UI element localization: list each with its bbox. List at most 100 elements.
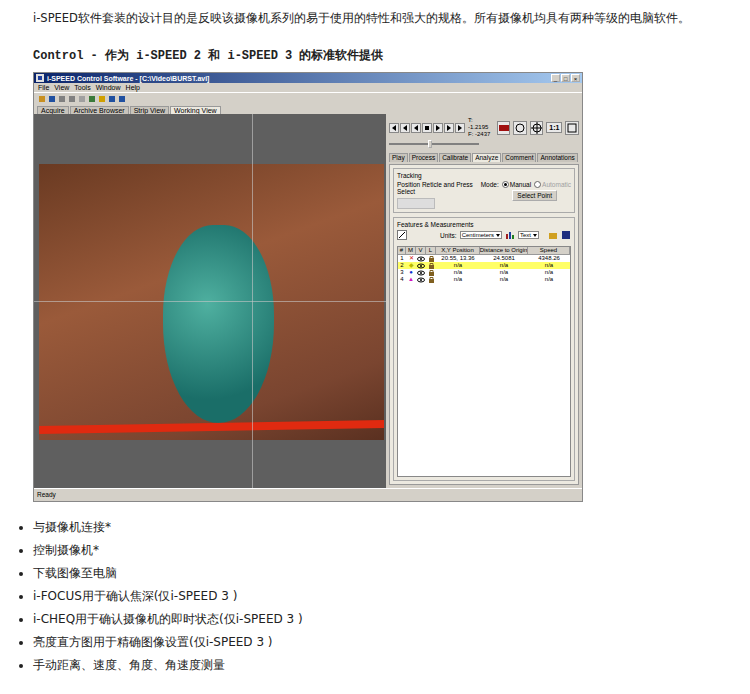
status-bar: Ready (34, 488, 582, 501)
time-readout: T: -1.2195 (468, 117, 494, 131)
feature-item: i-CHEQ用于确认摄像机的即时状态(仅i-SPEED 3 ) (33, 608, 750, 631)
group-title: Features & Measurements (397, 221, 571, 228)
panel-tabs: PlayProcessCalibrateAnalyzeCommentAnnota… (389, 153, 579, 162)
feature-item: i-FOCUS用于确认焦深(仅i-SPEED 3 ) (33, 585, 750, 608)
frame-readout: F: -2437 (468, 131, 494, 138)
feature-item: 手动距离、速度、角度、角速度测量 (33, 654, 750, 677)
mode-radio[interactable]: Manual (502, 181, 531, 188)
tool-icon[interactable] (108, 95, 116, 103)
eye-icon[interactable] (417, 277, 425, 283)
marker-icon: ✕ (406, 255, 416, 262)
panel-tab[interactable]: Comment (502, 153, 536, 162)
tracking-hint: Position Reticle and Press Select (397, 181, 477, 195)
target-icon[interactable] (530, 121, 544, 135)
feature-item: 与摄像机连接* (33, 516, 750, 539)
tracking-group: Tracking Position Reticle and Press Sele… (393, 168, 575, 213)
column-header[interactable]: L (426, 247, 436, 255)
transport-icon[interactable] (455, 123, 465, 133)
tool-icon[interactable] (98, 95, 106, 103)
menu-item[interactable]: View (54, 84, 69, 91)
panel-tab[interactable]: Annotations (537, 153, 577, 162)
panel-tab[interactable]: Analyze (472, 153, 501, 162)
mode-label: Mode: (481, 181, 499, 188)
menu-item[interactable]: Help (126, 84, 140, 91)
title-bar: i-SPEED Control Software - [C:\Video\BUR… (34, 73, 582, 83)
column-header[interactable]: X,Y Position (436, 247, 480, 255)
tool-icon[interactable] (48, 95, 56, 103)
lock-icon[interactable] (428, 255, 435, 262)
lock-icon[interactable] (428, 269, 435, 276)
window-button[interactable]: _ (551, 74, 560, 82)
transport-icon[interactable] (444, 123, 454, 133)
marker-icon: ▲ (406, 276, 416, 283)
mode-radio[interactable]: Automatic (534, 181, 571, 188)
video-frame (39, 164, 384, 440)
column-header[interactable]: M (406, 247, 416, 255)
group-title: Tracking (397, 172, 571, 179)
toolbar (34, 92, 582, 105)
position-slider[interactable] (389, 140, 479, 148)
feature-item: 控制摄像机* (33, 539, 750, 562)
tool-icon[interactable] (88, 95, 96, 103)
page: i-SPEED软件套装的设计目的是反映该摄像机系列的易于使用的特性和强大的规格。… (0, 0, 750, 694)
column-header[interactable]: # (398, 247, 406, 255)
table-row[interactable]: 2 ◆ n/an/an/a (398, 262, 570, 269)
app-icon (36, 74, 44, 82)
feature-list: 与摄像机连接*控制摄像机*下载图像至电脑i-FOCUS用于确认焦深(仅i-SPE… (0, 516, 750, 677)
marker-icon: ◆ (406, 262, 416, 269)
zoom-icon[interactable] (513, 121, 527, 135)
view-tabs: AcquireArchive BrowserStrip ViewWorking … (34, 105, 582, 114)
eye-icon[interactable] (417, 256, 425, 262)
panel-tab[interactable]: Process (409, 153, 438, 162)
view-tab[interactable]: Acquire (37, 106, 69, 114)
lock-icon[interactable] (428, 262, 435, 269)
transport-icon[interactable] (411, 123, 421, 133)
menu-item[interactable]: Window (96, 84, 121, 91)
save-icon[interactable] (561, 230, 571, 240)
transport-icon[interactable] (433, 123, 443, 133)
table-row[interactable]: 4 ▲ n/an/an/a (398, 276, 570, 283)
open-icon[interactable] (548, 230, 558, 240)
intro-text: i-SPEED软件套装的设计目的是反映该摄像机系列的易于使用的特性和强大的规格。… (0, 0, 750, 26)
tool-icon[interactable] (58, 95, 66, 103)
tool-icon[interactable] (68, 95, 76, 103)
tool-icon[interactable] (78, 95, 86, 103)
section-heading: Control - 作为 i-SPEED 2 和 i-SPEED 3 的标准软件… (0, 26, 750, 64)
menu-item[interactable]: File (38, 84, 49, 91)
reticle-horizontal (34, 301, 386, 302)
transport-icon[interactable] (422, 123, 432, 133)
measurement-table: #MVLX,Y PositionDistance to OriginSpeed … (397, 246, 571, 477)
app-window: i-SPEED Control Software - [C:\Video\BUR… (33, 72, 583, 502)
table-row[interactable]: 1 ✕ 20.55, 13.3624.50814348.26 (398, 255, 570, 262)
transport-icon[interactable] (389, 123, 399, 133)
column-header[interactable]: V (416, 247, 426, 255)
chart-icon[interactable] (505, 230, 515, 240)
video-viewer[interactable] (34, 114, 386, 488)
edit-icon[interactable] (397, 230, 407, 240)
select-point-button[interactable]: Select Point (512, 190, 557, 201)
window-button[interactable]: × (571, 74, 580, 82)
view-tab[interactable]: Working View (170, 106, 221, 114)
lock-icon[interactable] (428, 276, 435, 283)
panel-tab[interactable]: Play (389, 153, 408, 162)
fit-icon[interactable] (565, 121, 579, 135)
transport-icon[interactable] (400, 123, 410, 133)
window-button[interactable]: □ (561, 74, 570, 82)
column-header[interactable]: Speed (528, 247, 570, 255)
eye-icon[interactable] (417, 263, 425, 269)
tool-icon[interactable] (38, 95, 46, 103)
menu-item[interactable]: Tools (74, 84, 90, 91)
features-group: Features & Measurements Units: Centimete… (393, 217, 575, 481)
zoom-1-1-button[interactable]: 1:1 (546, 122, 562, 133)
marker-icon: ● (406, 269, 416, 276)
units-dropdown[interactable]: Centimeters (460, 231, 502, 239)
table-row[interactable]: 3 ● n/an/an/a (398, 269, 570, 276)
column-header[interactable]: Distance to Origin (480, 247, 528, 255)
panel-tab[interactable]: Calibrate (439, 153, 471, 162)
view-tab[interactable]: Strip View (130, 106, 169, 114)
display-dropdown[interactable]: Text (518, 231, 539, 239)
tool-icon[interactable] (118, 95, 126, 103)
loop-icon[interactable] (497, 121, 511, 135)
eye-icon[interactable] (417, 270, 425, 276)
view-tab[interactable]: Archive Browser (70, 106, 129, 114)
